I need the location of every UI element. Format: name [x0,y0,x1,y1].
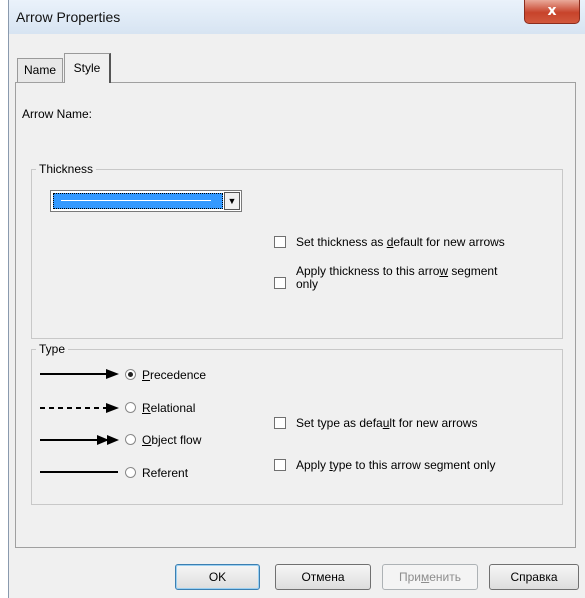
radio-referent[interactable] [125,467,136,478]
type-segment-label: Apply type to this arrow segment only [296,458,496,472]
tab-style-label: Style [73,61,101,75]
window-title: Arrow Properties [16,9,121,25]
type-group: Type Precedence Relational Object flow R… [31,342,563,505]
object-flow-label: Object flow [142,433,202,447]
radio-object-flow[interactable] [125,434,136,445]
thickness-segment-checkbox[interactable] [274,277,286,289]
tab-style[interactable]: Style [64,53,111,83]
chevron-down-icon[interactable]: ▼ [224,192,240,210]
thickness-legend: Thickness [36,162,97,176]
close-button[interactable]: x [524,0,580,24]
type-legend: Type [36,342,69,356]
dashed-arrow-icon [40,403,119,413]
ok-button[interactable]: OK [175,564,260,590]
thickness-default-checkbox[interactable] [274,236,286,248]
precedence-label: Precedence [142,368,207,382]
tab-name[interactable]: Name [17,58,63,82]
thickness-line-preview [61,200,211,201]
title-bar: Arrow Properties x [9,0,585,34]
thickness-segment-label: Apply thickness to this arrow segment onl… [296,264,498,291]
tab-name-label: Name [23,63,56,77]
type-default-checkbox[interactable] [274,417,286,429]
apply-button[interactable]: Применить [382,564,478,590]
solid-arrow-icon [40,369,119,379]
type-default-label: Set type as default for new arrows [296,416,478,430]
thickness-default-label: Set thickness as default for new arrows [296,235,505,249]
help-button[interactable]: Справка [489,564,579,590]
thickness-selected-value [53,193,223,209]
radio-relational[interactable] [125,402,136,413]
plain-line-icon [40,471,118,473]
style-tab-panel: Arrow Name: Thickness ▼ Set thickness as… [15,82,576,548]
double-arrow-icon [40,435,119,445]
thickness-group: Thickness ▼ Set thickness as default for… [31,162,563,339]
type-segment-checkbox[interactable] [274,459,286,471]
thickness-dropdown[interactable]: ▼ [50,190,242,212]
arrow-name-label: Arrow Name: [22,107,93,121]
relational-label: Relational [142,401,196,415]
arrow-properties-dialog: Arrow Properties x Name Style Arrow Name… [8,0,585,598]
cancel-button[interactable]: Отмена [275,564,371,590]
referent-label: Referent [142,466,189,480]
close-icon: x [547,3,557,19]
radio-precedence[interactable] [125,369,136,380]
background-strip [0,0,8,598]
